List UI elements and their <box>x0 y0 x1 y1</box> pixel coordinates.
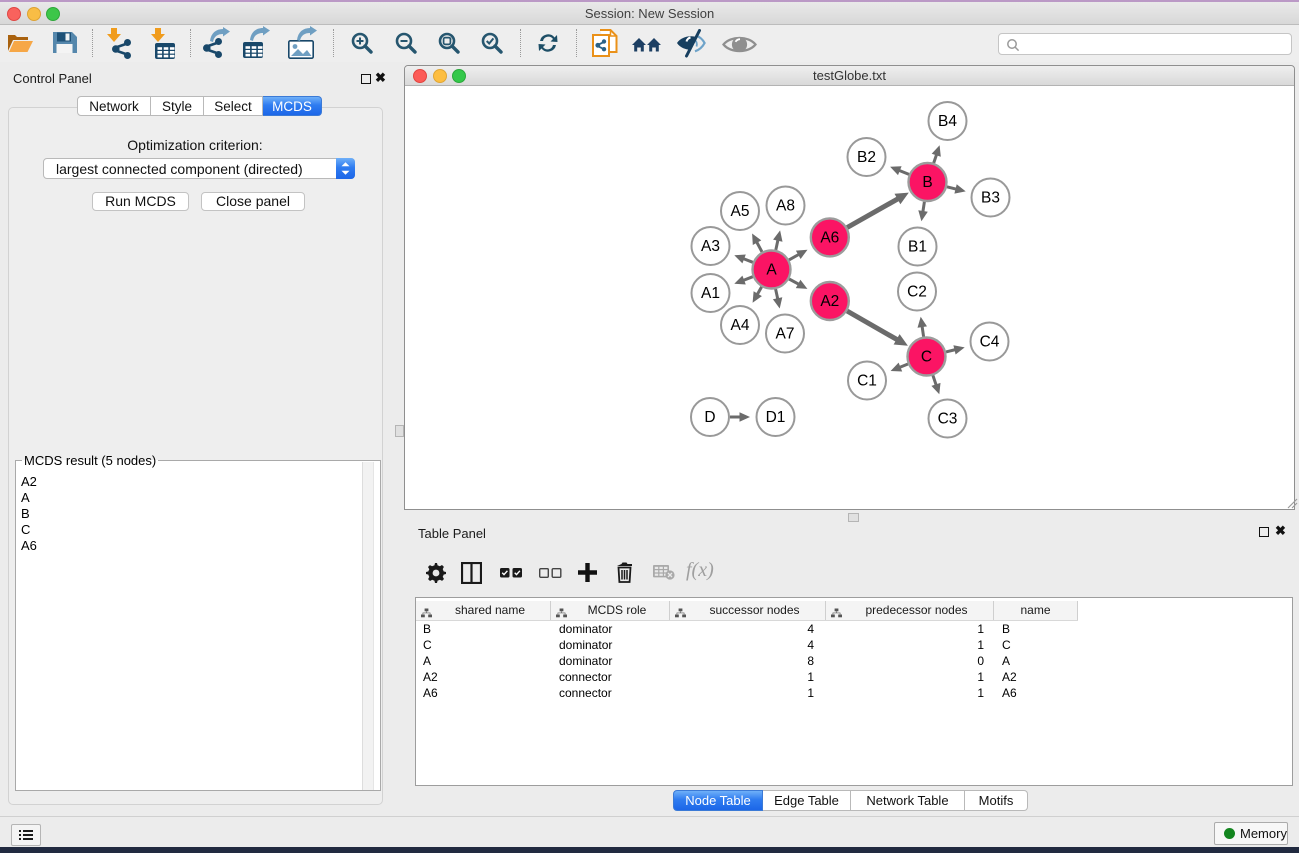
svg-text:B2: B2 <box>857 149 876 166</box>
svg-text:D: D <box>704 409 715 426</box>
svg-text:A7: A7 <box>776 326 795 343</box>
svg-text:A8: A8 <box>776 198 795 215</box>
svg-text:A5: A5 <box>731 203 750 220</box>
svg-text:B4: B4 <box>938 113 957 130</box>
svg-text:A: A <box>766 262 777 279</box>
svg-text:D1: D1 <box>766 409 786 426</box>
svg-text:C3: C3 <box>938 411 958 428</box>
svg-text:B: B <box>922 174 932 191</box>
svg-text:C4: C4 <box>980 334 1000 351</box>
svg-text:A3: A3 <box>701 238 720 255</box>
svg-text:A6: A6 <box>820 230 839 247</box>
svg-text:C1: C1 <box>857 373 877 390</box>
svg-text:C: C <box>921 349 932 366</box>
svg-text:C2: C2 <box>907 284 927 301</box>
svg-text:A4: A4 <box>731 317 750 334</box>
svg-text:A1: A1 <box>701 285 720 302</box>
svg-text:B3: B3 <box>981 190 1000 207</box>
svg-text:B1: B1 <box>908 239 927 256</box>
svg-text:A2: A2 <box>820 293 839 310</box>
